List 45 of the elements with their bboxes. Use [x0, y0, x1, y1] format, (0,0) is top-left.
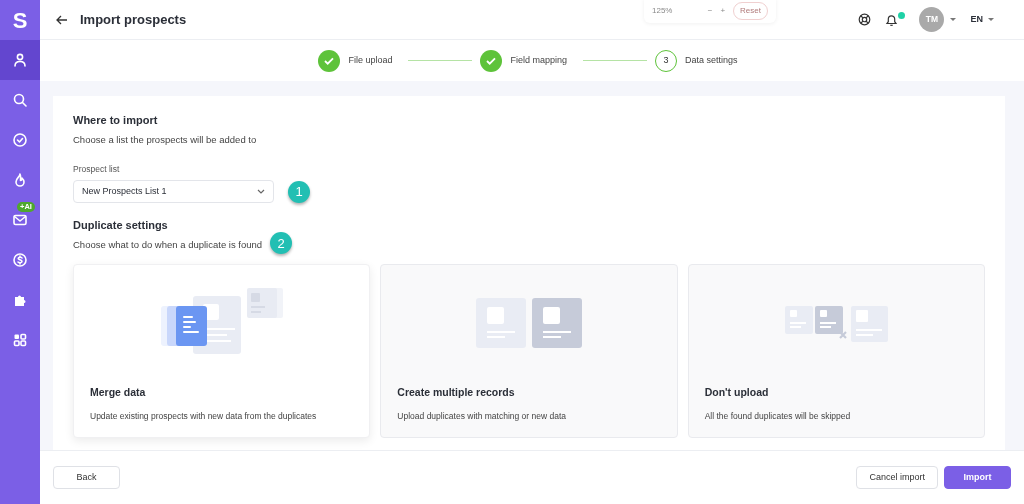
person-icon — [12, 52, 28, 68]
mail-icon — [12, 212, 28, 228]
section-title: Duplicate settings — [73, 219, 169, 233]
zoom-out-button[interactable]: − — [707, 5, 713, 17]
option-card[interactable]: Don't upload All the found duplicates will be skipped — [687, 264, 985, 439]
step-label: Data settings — [685, 53, 738, 67]
option-title: Create multiple records — [397, 385, 516, 401]
section-title: Where to import — [73, 114, 159, 128]
field-label: Prospect list — [73, 163, 121, 177]
option-title: Don't upload — [704, 385, 770, 401]
option-title: Merge data — [90, 385, 147, 401]
dollar-icon — [12, 252, 28, 268]
zoom-level: 125% — [652, 5, 673, 17]
section-subtitle: Choose what to do when a duplicate is found — [73, 238, 263, 253]
step-label: File upload — [348, 53, 393, 67]
option-card[interactable]: Merge data Update existing prospects with new data from the duplicates — [73, 264, 371, 439]
prospect-list-select[interactable]: New Prospects List 1 — [73, 180, 274, 204]
option-card[interactable]: Create multiple records Upload duplicates with matching or new data — [380, 264, 678, 439]
check-circle-icon — [12, 132, 28, 148]
apps-grid-icon — [12, 332, 28, 348]
notification-bell-icon[interactable] — [885, 12, 899, 27]
option-description: Update existing prospects with new data from the duplicates — [90, 410, 318, 423]
caret-icon — [950, 17, 957, 22]
section-subtitle: Choose a list the prospects will be added to — [73, 133, 258, 148]
sidebar-item[interactable] — [0, 40, 40, 80]
help-lifebuoy-icon[interactable] — [858, 13, 872, 26]
option-description: All the found duplicates will be skipped — [704, 410, 852, 423]
avatar-initials: TM — [919, 7, 945, 32]
caret-icon — [988, 17, 994, 22]
app-logo[interactable]: S — [0, 0, 40, 40]
search-icon — [12, 92, 28, 108]
back-arrow-icon[interactable] — [56, 14, 68, 25]
option-description: Upload duplicates with matching or new data — [397, 410, 567, 423]
step-marker: 2 — [270, 232, 293, 255]
import-button[interactable]: Import — [944, 466, 1011, 489]
page-title: Import prospects — [80, 10, 187, 29]
back-button[interactable]: Back — [53, 466, 120, 489]
cancel-import-button[interactable]: Cancel import — [856, 466, 938, 489]
step-label: Field mapping — [510, 53, 567, 67]
chevron-down-icon — [257, 189, 265, 195]
step-marker: 1 — [288, 180, 310, 203]
flame-icon — [12, 172, 28, 188]
language-selector[interactable]: EN — [970, 12, 994, 27]
language-code: EN — [970, 12, 983, 26]
zoom-in-button[interactable]: + — [720, 5, 726, 17]
